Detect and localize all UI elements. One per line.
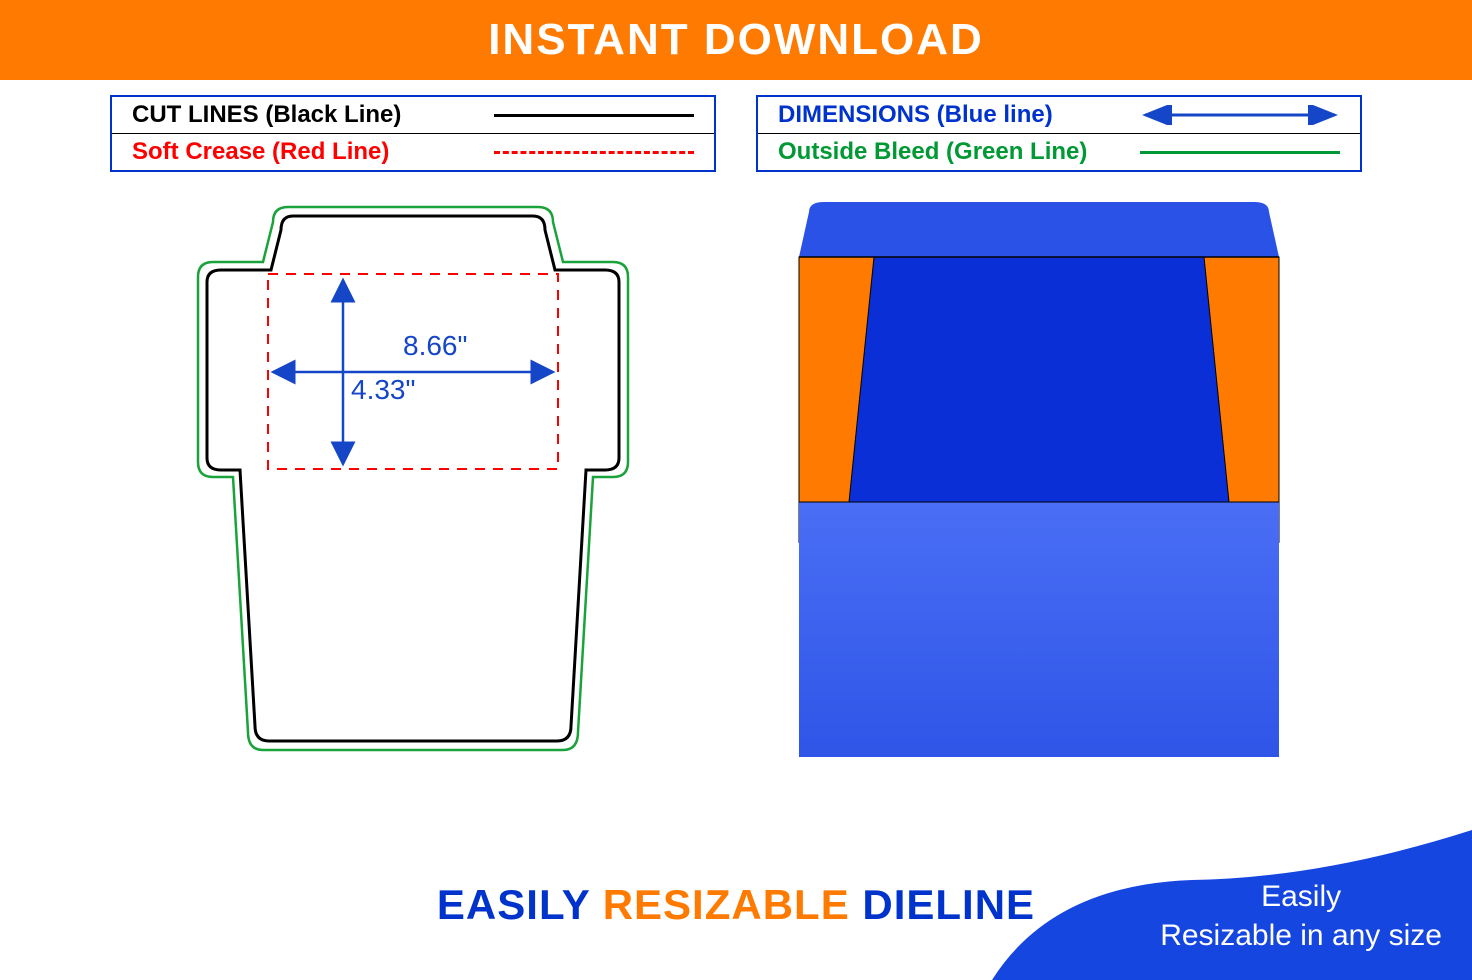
line-sample-blue-arrow: [1140, 105, 1340, 125]
corner-badge: Easily Resizable in any size: [992, 830, 1472, 980]
banner-title: INSTANT DOWNLOAD: [488, 15, 984, 65]
legend-bleed: Outside Bleed (Green Line): [758, 134, 1360, 170]
line-sample-red: [494, 151, 694, 154]
line-sample-green: [1140, 151, 1340, 154]
dim-height: 4.33": [351, 374, 415, 406]
legend-cut-lines: CUT LINES (Black Line): [112, 97, 714, 134]
legend-right: DIMENSIONS (Blue line) Outside Bleed (Gr…: [756, 95, 1362, 172]
dim-width: 8.66": [403, 330, 467, 362]
legend-label: CUT LINES (Black Line): [132, 101, 401, 129]
legend-left: CUT LINES (Black Line) Soft Crease (Red …: [110, 95, 716, 172]
legend-row: CUT LINES (Black Line) Soft Crease (Red …: [0, 80, 1472, 172]
content-area: 8.66" 4.33": [0, 172, 1472, 802]
corner-line1: Easily: [1160, 877, 1442, 916]
envelope-mockup: [779, 202, 1299, 762]
line-sample-black: [494, 114, 694, 117]
tag-word-1: EASILY: [437, 881, 590, 928]
bottom-row: EASILY RESIZABLE DIELINE Easily Resizabl…: [0, 830, 1472, 980]
corner-text: Easily Resizable in any size: [1160, 877, 1442, 955]
dieline-diagram: 8.66" 4.33": [173, 202, 653, 762]
legend-label: Outside Bleed (Green Line): [778, 138, 1087, 166]
legend-soft-crease: Soft Crease (Red Line): [112, 134, 714, 170]
tag-word-2: RESIZABLE: [603, 881, 850, 928]
legend-label: Soft Crease (Red Line): [132, 138, 389, 166]
corner-line2: Resizable in any size: [1160, 916, 1442, 955]
legend-dimensions: DIMENSIONS (Blue line): [758, 97, 1360, 134]
legend-label: DIMENSIONS (Blue line): [778, 101, 1053, 129]
top-banner: INSTANT DOWNLOAD: [0, 0, 1472, 80]
